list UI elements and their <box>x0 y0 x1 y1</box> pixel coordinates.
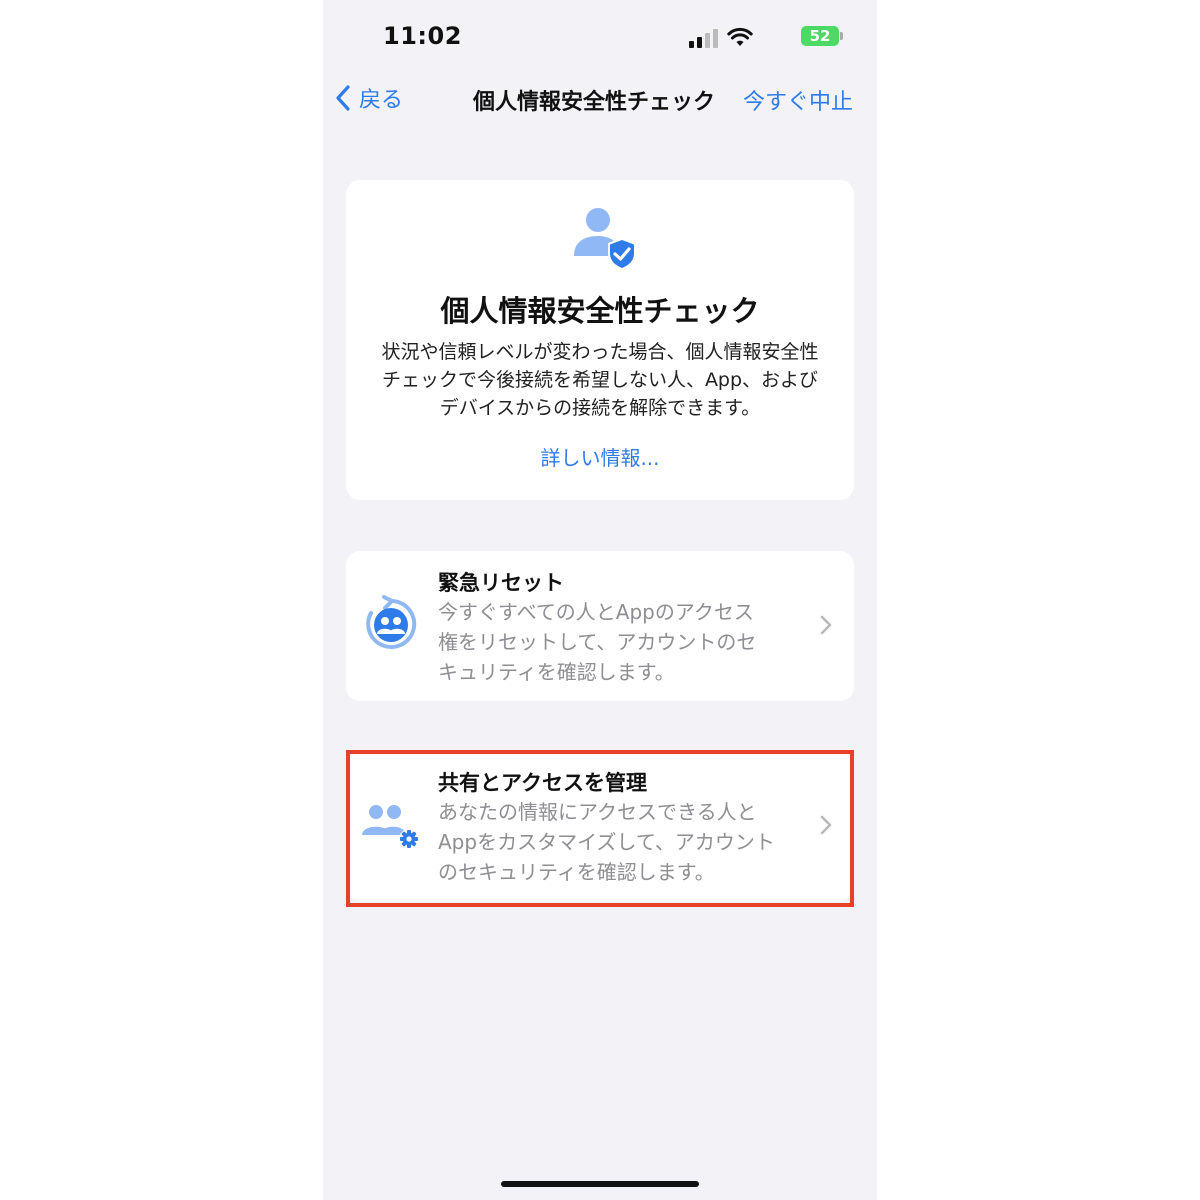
intro-card: 個人情報安全性チェック 状況や信頼レベルが変わった場合、個人情報安全性 チェック… <box>346 180 854 500</box>
status-time: 11:02 <box>383 22 462 50</box>
status-icons: 52 <box>679 24 843 50</box>
cellular-signal-icon <box>689 28 719 48</box>
option-description-line: キュリティを確認します。 <box>438 660 675 684</box>
battery-indicator: 52 <box>801 26 843 46</box>
intro-description: 状況や信頼レベルが変わった場合、個人情報安全性 チェックで今後接続を希望しない人… <box>366 338 834 422</box>
wifi-icon <box>727 27 753 46</box>
option-description-line: 権をリセットして、アカウントのセ <box>438 630 757 654</box>
person-shield-check-icon <box>574 208 636 270</box>
chevron-left-icon <box>336 85 350 111</box>
phone-screen: 11:02 52 戻る 個人情報安全性チェック 今すぐ中止 個人情報安全性チェッ… <box>323 0 877 1200</box>
option-description-line: Appをカスタマイズして、アカウント <box>438 830 775 854</box>
intro-title: 個人情報安全性チェック <box>440 294 760 328</box>
option-title: 共有とアクセスを管理 <box>438 771 647 795</box>
option-title: 緊急リセット <box>438 571 564 595</box>
intro-description-line: チェックで今後接続を希望しない人、App、および <box>381 369 819 391</box>
emergency-reset-icon <box>366 595 417 649</box>
stop-now-button[interactable]: 今すぐ中止 <box>743 84 853 116</box>
option-description: 今すぐすべての人とAppのアクセス 権をリセットして、アカウントのセ キュリティ… <box>438 597 798 687</box>
option-description-line: あなたの情報にアクセスできる人と <box>438 800 757 824</box>
option-description-line: のセキュリティを確認します。 <box>438 860 715 884</box>
page-title: 個人情報安全性チェック <box>473 90 716 115</box>
home-indicator <box>501 1181 699 1187</box>
intro-description-line: 状況や信頼レベルが変わった場合、個人情報安全性 <box>381 341 819 363</box>
people-gear-icon <box>362 805 419 849</box>
manage-sharing-access-option[interactable]: 共有とアクセスを管理 あなたの情報にアクセスできる人と Appをカスタマイズして… <box>346 751 854 901</box>
intro-description-line: デバイスからの接続を解除できます。 <box>439 397 761 419</box>
learn-more-link[interactable]: 詳しい情報... <box>346 442 854 471</box>
option-description: あなたの情報にアクセスできる人と Appをカスタマイズして、アカウント のセキュ… <box>438 797 798 887</box>
back-button-label: 戻る <box>359 88 404 113</box>
chevron-right-icon <box>820 815 832 835</box>
emergency-reset-option[interactable]: 緊急リセット 今すぐすべての人とAppのアクセス 権をリセットして、アカウントの… <box>346 551 854 701</box>
back-button[interactable]: 戻る <box>335 82 403 114</box>
chevron-right-icon <box>820 615 832 635</box>
option-description-line: 今すぐすべての人とAppのアクセス <box>438 600 754 624</box>
